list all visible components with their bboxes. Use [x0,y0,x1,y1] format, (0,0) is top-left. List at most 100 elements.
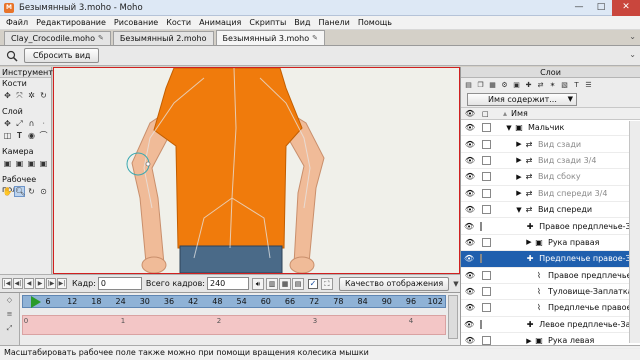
menu-panels[interactable]: Панели [314,16,353,30]
visibility-eye-icon[interactable]: 👁︎ [464,238,476,247]
tab-untitled-3[interactable]: Безымянный 3.moho ✎ [215,30,326,45]
magnifier-icon[interactable] [6,50,18,62]
expand-triangle-icon[interactable]: ▶ [515,189,523,197]
close-icon[interactable]: ✕ [612,0,640,16]
visibility-eye-icon[interactable]: 👁︎ [464,320,474,329]
visibility-eye-icon[interactable]: 👁︎ [464,336,476,345]
timeline-scrollbar[interactable] [448,295,458,339]
layer-row[interactable]: 👁︎ ▶ ⇄ Вид сбоку [461,169,640,186]
expand-triangle-icon[interactable]: ▶ [515,140,523,148]
layer-row[interactable]: 👁︎ ▶ ▣ Рука правая [461,235,640,252]
layer-row[interactable]: 👁︎ ⌇ Предплечье правое [461,300,640,317]
maximize-icon[interactable]: □ [590,0,612,16]
layer-lock-checkbox[interactable] [482,336,491,346]
visibility-eye-icon[interactable]: 👁︎ [464,271,476,280]
toolbar-options-icon[interactable]: ⌄ [629,50,636,59]
layer-settings-icon[interactable]: ⚙ [499,80,510,90]
visibility-eye-icon[interactable]: 👁︎ [464,172,476,181]
visibility-eye-icon[interactable]: 👁︎ [464,140,476,149]
layer-rotate-icon[interactable]: ∩ [26,118,37,129]
display-quality-button[interactable]: Качество отображения [339,276,450,291]
layer-eye-icon[interactable]: ◉ [26,130,37,141]
frame-input[interactable]: 0 [97,277,142,290]
layer-lock-checkbox[interactable] [480,254,483,264]
layer-row[interactable]: 👁︎ ▶ ⇄ Вид сзади 3/4 [461,153,640,170]
layer-flip-icon[interactable]: ◫ [2,130,13,141]
layer-row[interactable]: 👁︎ ⌇ Туловище-Заплатка [461,284,640,301]
quality-dropdown-icon[interactable]: ▼ [453,280,458,288]
layer-row[interactable]: 👁︎ ▶ ⇄ Вид сзади [461,136,640,153]
layer-shear-icon[interactable]: ᐧ [38,118,49,129]
visibility-eye-icon[interactable]: 👁︎ [464,123,476,132]
minimize-icon[interactable]: — [568,0,590,16]
delete-layer-icon[interactable]: ▦ [487,80,498,90]
step-forward-icon[interactable]: |▶ [46,278,56,289]
play-back-icon[interactable]: ◀ [24,278,34,289]
layer-lock-checkbox[interactable] [482,205,491,215]
step-back-icon[interactable]: ◀| [13,278,23,289]
bone-rotate-icon[interactable]: ↻ [38,90,49,101]
layer-lock-checkbox[interactable] [482,123,491,133]
frame-strip-icon[interactable]: ▦ [279,277,291,290]
zoom-tool-icon[interactable]: 🔍︎ [14,185,25,197]
menu-scripts[interactable]: Скрипты [245,16,290,30]
play-icon[interactable]: ▶ [35,278,45,289]
layer-lock-checkbox[interactable] [482,172,491,182]
layer-lock-checkbox[interactable] [482,139,491,149]
timeline-track[interactable]: 0 1 2 3 4 [22,315,446,335]
layer-row[interactable]: 👁︎ ⌇ Правое предплечье [461,268,640,284]
collapse-triangle-icon[interactable]: ▼ [505,124,513,132]
layer-options-icon[interactable]: ☰ [583,80,594,90]
layer-row[interactable]: 👁︎ ✚ Левое предплечье-Запл [461,317,640,334]
new-layer-icon[interactable]: ▤ [463,80,474,90]
rotate-view-icon[interactable]: ↻ [26,186,37,197]
bone-layer-icon[interactable]: ✚ [523,80,534,90]
timeline-ruler[interactable]: 6 12 18 24 30 36 42 48 54 60 66 72 78 84… [22,295,446,308]
camera-zoom-icon[interactable]: ▣ [14,158,25,169]
sort-icon[interactable]: ▴ [503,109,507,118]
expand-triangle-icon[interactable]: ▶ [515,173,523,181]
layer-lock-checkbox[interactable] [482,237,491,247]
visibility-eye-icon[interactable]: 👁︎ [464,205,476,214]
copy-layer-icon[interactable]: ❐ [475,80,486,90]
layer-translate-icon[interactable]: ✥ [2,118,13,129]
menu-file[interactable]: Файл [2,16,32,30]
layer-curve-icon[interactable]: ⌒ [38,130,49,141]
group-layer-icon[interactable]: ▣ [511,80,522,90]
orbit-icon[interactable]: ⊙ [38,186,49,197]
name-filter-dropdown[interactable]: Имя содержит... ▼ [467,92,577,106]
visibility-eye-icon[interactable]: 👁︎ [464,189,476,198]
tab-clay-crocodile[interactable]: Clay_Crocodile.moho ✎ [4,31,111,45]
visibility-column-eye-icon[interactable]: 👁︎ [464,109,476,118]
reset-view-button[interactable]: Сбросить вид [24,48,100,63]
layer-row[interactable]: 👁︎ ✚ Правое предплечье-Запл [461,218,640,235]
layer-lock-checkbox[interactable] [480,319,483,329]
total-frames-input[interactable]: 240 [207,277,249,290]
bone-scale-icon[interactable]: ✲ [26,90,37,101]
layer-lock-checkbox[interactable] [482,188,491,198]
layer-lock-checkbox[interactable] [482,287,491,297]
visibility-eye-icon[interactable]: 👁︎ [464,287,476,296]
sound-icon[interactable]: 🔊︎ [252,277,264,290]
particle-layer-icon[interactable]: ✶ [547,80,558,90]
grid-view-icon[interactable]: ▤ [292,277,304,290]
bone-translate-icon[interactable]: ⤧ [14,90,25,101]
camera-track-icon[interactable]: ▣ [2,158,13,169]
layer-row[interactable]: 👁︎ ▼ ▣ Мальчик [461,120,640,137]
layer-lock-checkbox[interactable] [480,221,483,231]
layer-lock-checkbox[interactable] [482,155,491,165]
expand-triangle-icon[interactable]: ▶ [525,238,533,246]
layer-row[interactable]: 👁︎ ▶ ▣ Рука левая [461,333,640,350]
menu-draw[interactable]: Рисование [110,16,162,30]
timeline-key-icon[interactable]: ◇ [0,296,19,304]
image-layer-icon[interactable]: ▧ [559,80,570,90]
menu-view[interactable]: Вид [290,16,314,30]
lock-column-icon[interactable]: □ [482,110,491,118]
quality-checkbox[interactable]: ✓ [308,278,318,289]
fit-frame-icon[interactable]: ⛶ [321,277,333,290]
rewind-icon[interactable]: |◀ [2,278,12,289]
text-layer-icon[interactable]: T [571,80,582,90]
layer-scale-icon[interactable]: ⤢ [14,118,25,129]
workspace-canvas[interactable] [53,67,460,274]
playhead-marker[interactable] [31,296,41,308]
